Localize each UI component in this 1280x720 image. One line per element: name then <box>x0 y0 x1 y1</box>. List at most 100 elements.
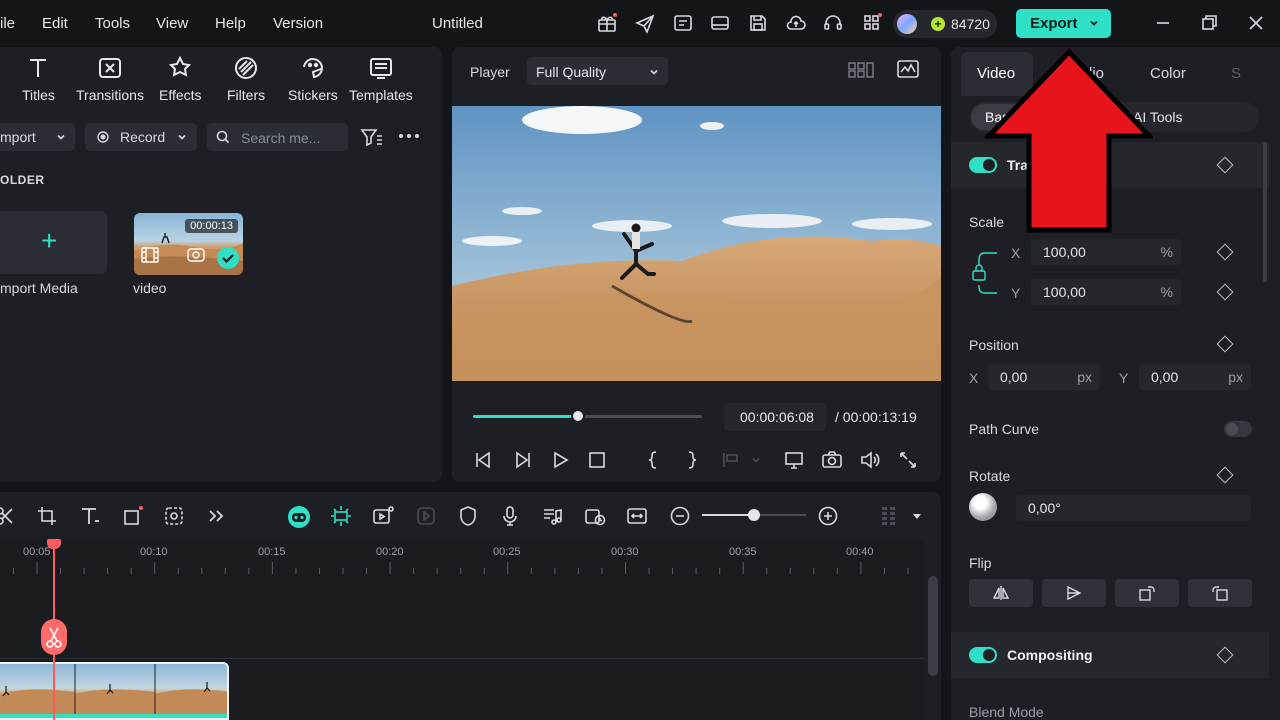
stop-icon[interactable] <box>586 449 608 471</box>
video-effect-icon[interactable] <box>372 505 394 527</box>
track-layout-icon[interactable] <box>878 505 900 527</box>
filter-sort-icon[interactable] <box>360 127 384 147</box>
playhead-split-button[interactable] <box>41 619 67 655</box>
path-curve-toggle[interactable] <box>1224 421 1252 437</box>
chevron-down-icon[interactable] <box>910 505 932 527</box>
cloud-upload-icon[interactable] <box>785 12 807 34</box>
playback-progress[interactable] <box>473 409 702 423</box>
rotate-input[interactable]: 0,00° <box>1016 495 1251 521</box>
split-scissors-icon[interactable] <box>0 505 16 527</box>
next-frame-icon[interactable] <box>511 449 533 471</box>
flip-vertical-button[interactable] <box>1042 579 1106 607</box>
shape-mask-icon[interactable] <box>122 505 144 527</box>
compositing-section-header[interactable]: Compositing <box>951 632 1269 678</box>
layout-icon[interactable] <box>709 12 731 34</box>
gift-icon[interactable] <box>596 12 618 34</box>
progress-knob[interactable] <box>571 409 586 423</box>
scope-icon[interactable] <box>897 59 919 79</box>
close-icon[interactable] <box>1245 12 1267 34</box>
tab-speed[interactable]: S <box>1231 65 1241 82</box>
media-search[interactable]: Search me... <box>207 123 348 151</box>
current-timecode[interactable]: 00:00:06:08 <box>724 403 826 431</box>
scale-x-input[interactable]: 100,00 % <box>1031 239 1181 265</box>
keyframe-diamond-icon[interactable] <box>1216 335 1234 353</box>
record-dropdown[interactable]: Record <box>85 123 197 151</box>
position-x-input[interactable]: 0,00 px <box>988 364 1100 390</box>
flip-horizontal-button[interactable] <box>969 579 1033 607</box>
zoom-knob[interactable] <box>748 509 760 521</box>
tool-transitions[interactable]: Transitions <box>76 55 144 103</box>
properties-scrollbar[interactable] <box>1263 142 1267 282</box>
video-preview[interactable] <box>452 106 941 381</box>
microphone-icon[interactable] <box>499 505 521 527</box>
search-input[interactable]: Search me... <box>241 130 320 146</box>
tool-stickers[interactable]: Stickers <box>288 55 338 103</box>
menu-edit[interactable]: Edit <box>42 15 68 32</box>
auto-highlight-icon[interactable] <box>330 505 352 527</box>
quality-dropdown[interactable]: Full Quality <box>527 57 668 85</box>
ai-copilot-icon[interactable] <box>287 505 310 528</box>
video-clip-thumbnail[interactable]: 00:00:13 <box>134 213 243 275</box>
keyframe-diamond-icon[interactable] <box>1216 156 1234 174</box>
play-icon[interactable] <box>549 449 571 471</box>
volume-icon[interactable] <box>859 449 881 471</box>
timeline-zoom-slider[interactable] <box>702 509 806 521</box>
crop-icon[interactable] <box>36 505 58 527</box>
menu-tools[interactable]: Tools <box>95 15 130 32</box>
export-button[interactable]: Export <box>1016 9 1111 38</box>
mark-out-icon[interactable] <box>681 449 703 471</box>
snapshot-icon[interactable] <box>821 449 843 471</box>
send-icon[interactable] <box>634 12 656 34</box>
rotate-clockwise-button[interactable] <box>1115 579 1179 607</box>
fit-width-icon[interactable] <box>626 505 648 527</box>
tool-filters[interactable]: Filters <box>227 55 265 103</box>
chevron-down-icon[interactable] <box>1088 17 1100 29</box>
scale-y-input[interactable]: 100,00 % <box>1031 279 1181 305</box>
import-media-tile[interactable]: + <box>0 211 107 274</box>
menu-help[interactable]: Help <box>215 15 246 32</box>
keyframe-diamond-icon[interactable] <box>1216 243 1234 261</box>
import-dropdown[interactable]: mport <box>0 123 75 151</box>
video-clip[interactable] <box>0 662 229 720</box>
more-icon[interactable] <box>398 133 420 139</box>
rotate-dial[interactable] <box>969 493 997 521</box>
speed-ramp-icon[interactable] <box>584 505 606 527</box>
avatar[interactable] <box>897 14 917 34</box>
tool-effects[interactable]: Effects <box>159 55 202 103</box>
shield-icon[interactable] <box>457 505 479 527</box>
template-box-icon[interactable] <box>672 12 694 34</box>
tool-templates[interactable]: Templates <box>349 55 413 103</box>
zoom-in-icon[interactable] <box>817 505 839 527</box>
apps-grid-icon[interactable] <box>861 12 883 34</box>
minimize-icon[interactable] <box>1152 12 1174 34</box>
prev-frame-icon[interactable] <box>473 449 495 471</box>
display-icon[interactable] <box>783 449 805 471</box>
music-list-icon[interactable] <box>541 505 563 527</box>
compositing-toggle[interactable] <box>969 647 997 663</box>
more-tools-icon[interactable] <box>205 505 227 527</box>
timeline-scrollbar[interactable] <box>928 576 938 676</box>
restore-icon[interactable] <box>1198 12 1220 34</box>
keyframe-diamond-icon[interactable] <box>1216 466 1234 484</box>
playhead-handle[interactable] <box>47 539 61 549</box>
rotate-counterclockwise-button[interactable] <box>1188 579 1252 607</box>
link-lock-icon[interactable] <box>971 247 999 297</box>
menu-version[interactable]: Version <box>273 15 323 32</box>
fullscreen-icon[interactable] <box>897 449 919 471</box>
keyframe-diamond-icon[interactable] <box>1216 283 1234 301</box>
credits-badge[interactable]: + 84720 <box>893 10 997 38</box>
headset-icon[interactable] <box>822 12 844 34</box>
timeline-ruler[interactable]: 00:05 00:10 00:15 00:20 00:25 00:30 00:3… <box>0 540 925 576</box>
save-icon[interactable] <box>747 12 769 34</box>
menu-file[interactable]: ile <box>0 15 15 32</box>
ai-select-icon[interactable] <box>163 505 185 527</box>
grid-view-icon[interactable] <box>848 61 874 79</box>
text-tool-icon[interactable] <box>79 505 101 527</box>
menu-view[interactable]: View <box>156 15 188 32</box>
tool-titles[interactable]: Titles <box>22 55 55 103</box>
tab-color[interactable]: Color <box>1150 65 1186 82</box>
mark-in-icon[interactable] <box>642 449 664 471</box>
position-y-input[interactable]: 0,00 px <box>1139 364 1251 390</box>
keyframe-diamond-icon[interactable] <box>1216 646 1234 664</box>
zoom-out-icon[interactable] <box>669 505 691 527</box>
